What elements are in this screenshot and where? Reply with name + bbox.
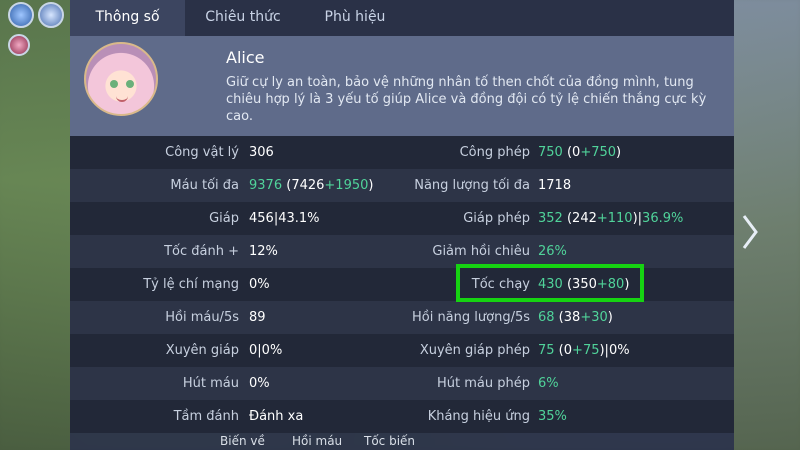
stat-label: Tầm đánh [173, 409, 239, 424]
stat-value: 750 (0+750) [538, 145, 622, 160]
stat-label: Giáp [209, 211, 239, 226]
tab-phu-hieu[interactable]: Phù hiệu [310, 0, 400, 36]
stat-value: 352 (242+110)|36.9% [538, 211, 684, 226]
stat-row: Máu tối đa 9376 (7426+1950) Năng lượng t… [70, 169, 734, 202]
recall-skill-label: Biến về [220, 434, 265, 448]
stat-row: Công vật lý 306 Công phép 750 (0+750) [70, 136, 734, 169]
hero-description: Giữ cự ly an toàn, bảo vệ những nhân tố … [226, 75, 707, 124]
stat-label: Xuyên giáp [165, 343, 239, 358]
team-avatar-icon[interactable] [8, 2, 34, 28]
stat-value: 0|0% [249, 343, 283, 358]
portrait-eye [126, 80, 134, 88]
stat-value: 306 [249, 145, 274, 160]
hero-portrait [84, 42, 158, 116]
tab-chieu-thuc[interactable]: Chiêu thức [193, 0, 293, 36]
stat-row: Xuyên giáp 0|0% Xuyên giáp phép 75 (0+75… [70, 334, 734, 367]
stat-row: Hút máu 0% Hút máu phép 6% [70, 367, 734, 400]
stat-value: 0% [249, 376, 270, 391]
stat-row: Tầm đánh Đánh xa Kháng hiệu ứng 35% [70, 400, 734, 433]
chevron-right-icon[interactable] [740, 212, 760, 252]
stat-row: Hồi máu/5s 89 Hồi năng lượng/5s 68 (38+3… [70, 301, 734, 334]
stat-value: 89 [249, 310, 266, 325]
movement-speed-highlight-box [456, 264, 644, 302]
hero-mini-avatar-icon[interactable] [8, 34, 30, 56]
stat-value: 1718 [538, 178, 572, 193]
stat-value: Đánh xa [249, 409, 304, 424]
stat-label: Hồi máu/5s [165, 310, 239, 325]
stat-value: 9376 (7426+1950) [249, 178, 374, 193]
stat-label: Tốc đánh + [164, 244, 239, 259]
stat-value: 12% [249, 244, 278, 259]
stat-label: Xuyên giáp phép [419, 343, 530, 358]
stat-label: Hút máu [182, 376, 239, 391]
hero-header: Alice Giữ cự ly an toàn, bảo vệ những nh… [70, 36, 734, 136]
stat-value: 456|43.1% [249, 211, 320, 226]
stat-label: Kháng hiệu ứng [427, 409, 530, 424]
stat-label: Hồi năng lượng/5s [411, 310, 530, 325]
stat-value: 6% [538, 376, 559, 391]
stat-label: Công phép [459, 145, 530, 160]
stat-value: 0% [249, 277, 270, 292]
flash-skill-label: Tốc biến [364, 434, 416, 448]
stat-label: Giáp phép [463, 211, 530, 226]
stat-label: Năng lượng tối đa [414, 178, 530, 193]
stat-value: 68 (38+30) [538, 310, 613, 325]
game-background-left [0, 0, 70, 450]
hero-stats-panel: Thông số Chiêu thức Phù hiệu Alice Giữ c… [70, 0, 734, 450]
stat-value: 35% [538, 409, 567, 424]
stat-label: Máu tối đa [170, 178, 239, 193]
stat-label: Tỷ lệ chí mạng [143, 277, 239, 292]
tab-bar: Thông số Chiêu thức Phù hiệu [70, 0, 734, 36]
team-avatar-icon[interactable] [38, 2, 64, 28]
stat-value: 75 (0+75)|0% [538, 343, 630, 358]
stat-label: Công vật lý [165, 145, 239, 160]
tab-thong-so[interactable]: Thông số [70, 0, 185, 36]
stat-label: Hút máu phép [437, 376, 530, 391]
portrait-mouth [116, 94, 128, 102]
stat-row: Giáp 456|43.1% Giáp phép 352 (242+110)|3… [70, 202, 734, 235]
portrait-eye [110, 80, 118, 88]
heal-skill-label: Hồi máu [292, 434, 343, 448]
hero-name: Alice [226, 48, 265, 67]
